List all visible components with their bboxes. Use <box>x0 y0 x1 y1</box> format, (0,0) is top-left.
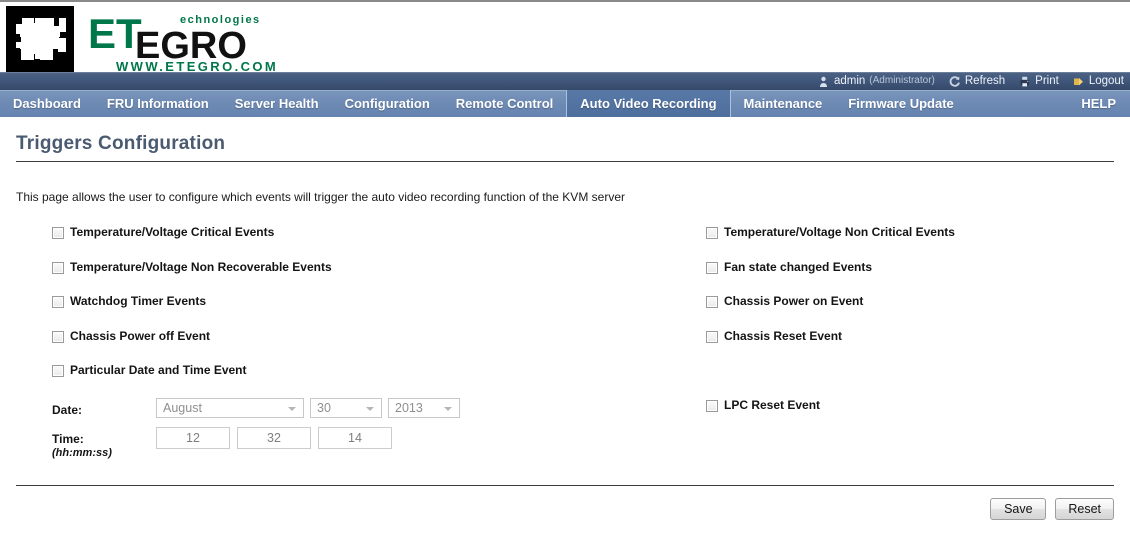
nav-item-maintenance[interactable]: Maintenance <box>731 90 836 117</box>
print-icon <box>1018 75 1031 88</box>
svg-text:echnologies: echnologies <box>180 14 261 26</box>
trigger-label: Chassis Power on Event <box>724 294 864 308</box>
triggers-column-left: Temperature/Voltage Critical Events Temp… <box>52 226 672 459</box>
checkbox-watchdog-timer[interactable] <box>52 296 64 308</box>
checkbox-temp-voltage-critical[interactable] <box>52 227 64 239</box>
year-select[interactable]: 2013 <box>388 398 460 418</box>
user-name: admin <box>833 75 866 87</box>
user-role: (Administrator) <box>869 75 935 86</box>
chevron-down-icon <box>444 407 452 411</box>
trigger-row-fan-state-changed: Fan state changed Events <box>706 259 1106 296</box>
checkbox-chassis-reset[interactable] <box>706 330 718 343</box>
page-content: Triggers Configuration This page allows … <box>0 117 1130 537</box>
date-time-fields: Date: August 30 2013 Time: (hh:mm:ss) 12… <box>52 398 672 468</box>
checkbox-chassis-power-on[interactable] <box>706 296 718 308</box>
trigger-row-temp-voltage-non-critical: Temperature/Voltage Non Critical Events <box>706 226 1106 261</box>
trigger-label: LPC Reset Event <box>724 397 821 412</box>
date-label: Date: <box>52 403 83 417</box>
hours-input[interactable]: 12 <box>156 427 230 449</box>
refresh-icon <box>948 75 961 88</box>
main-navigation: Dashboard FRU Information Server Health … <box>0 90 1130 117</box>
triggers-form: Temperature/Voltage Critical Events Temp… <box>16 226 1114 476</box>
nav-label: Maintenance <box>743 96 823 111</box>
month-select[interactable]: August <box>156 398 304 418</box>
checkbox-particular-date-time[interactable] <box>52 365 64 377</box>
trigger-row-chassis-power-off: Chassis Power off Event <box>52 328 672 365</box>
print-label: Print <box>1035 75 1059 87</box>
nav-item-remote-control[interactable]: Remote Control <box>443 90 567 117</box>
nav-label: Configuration <box>344 96 430 111</box>
trigger-row-watchdog-timer: Watchdog Timer Events <box>52 295 672 330</box>
trigger-label: Temperature/Voltage Non Recoverable Even… <box>70 259 332 274</box>
refresh-button[interactable]: Refresh <box>948 72 1005 90</box>
trigger-label: Particular Date and Time Event <box>70 363 247 377</box>
checkbox-chassis-power-off[interactable] <box>52 330 64 343</box>
date-row: Date: August 30 2013 <box>52 398 672 418</box>
nav-label: HELP <box>1081 96 1116 111</box>
year-value: 2013 <box>395 401 423 415</box>
nav-item-server-health[interactable]: Server Health <box>222 90 332 117</box>
trigger-row-chassis-power-on: Chassis Power on Event <box>706 295 1106 330</box>
page-footer: Save Reset <box>16 485 1114 537</box>
time-row: Time: (hh:mm:ss) 12 32 14 <box>52 427 672 459</box>
page-title: Triggers Configuration <box>16 133 226 154</box>
nav-item-fru-information[interactable]: FRU Information <box>94 90 222 117</box>
nav-item-auto-video-recording[interactable]: Auto Video Recording <box>566 90 731 117</box>
refresh-label: Refresh <box>964 75 1006 87</box>
nav-item-firmware-update[interactable]: Firmware Update <box>835 90 966 117</box>
day-select[interactable]: 30 <box>310 398 382 418</box>
etegro-logo-mark <box>4 4 80 72</box>
utility-bar: admin (Administrator) Refresh Print Logo… <box>0 72 1130 90</box>
save-button[interactable]: Save <box>990 498 1047 520</box>
trigger-label: Temperature/Voltage Non Critical Events <box>724 225 955 239</box>
seconds-input[interactable]: 14 <box>318 427 392 449</box>
svg-text:WWW.ETEGRO.COM: WWW.ETEGRO.COM <box>116 59 278 72</box>
trigger-row-particular-date-time: Particular Date and Time Event <box>52 364 672 399</box>
nav-label: Server Health <box>234 96 319 111</box>
chevron-down-icon <box>366 407 374 411</box>
trigger-row-lpc-reset: LPC Reset Event <box>706 397 1106 434</box>
nav-item-dashboard[interactable]: Dashboard <box>0 90 94 117</box>
footer-actions: Save Reset <box>16 486 1114 520</box>
trigger-row-temp-voltage-critical: Temperature/Voltage Critical Events <box>52 226 672 261</box>
logout-button[interactable]: Logout <box>1072 72 1124 90</box>
trigger-row-chassis-reset: Chassis Reset Event <box>706 328 1106 365</box>
trigger-row-temp-voltage-non-recoverable: Temperature/Voltage Non Recoverable Even… <box>52 259 672 296</box>
trigger-row-spacer <box>706 364 1106 399</box>
checkbox-temp-voltage-non-recoverable[interactable] <box>52 261 64 274</box>
nav-label: Firmware Update <box>848 96 954 111</box>
print-button[interactable]: Print <box>1018 72 1059 90</box>
chevron-down-icon <box>288 407 296 411</box>
nav-item-configuration[interactable]: Configuration <box>332 90 443 117</box>
logout-icon <box>1072 75 1085 88</box>
nav-label: FRU Information <box>106 96 209 111</box>
checkbox-fan-state-changed[interactable] <box>706 261 718 274</box>
nav-label: Dashboard <box>13 96 81 111</box>
svg-text:ET: ET <box>88 10 142 57</box>
page-header: ET EGRO echnologies WWW.ETEGRO.COM <box>0 0 1130 72</box>
trigger-label: Chassis Reset Event <box>724 328 843 343</box>
minutes-input[interactable]: 32 <box>237 427 311 449</box>
time-format-hint: (hh:mm:ss) <box>52 447 112 459</box>
trigger-label: Temperature/Voltage Critical Events <box>70 225 275 239</box>
user-icon <box>817 75 830 88</box>
time-label: Time: (hh:mm:ss) <box>52 427 156 459</box>
nav-label: Remote Control <box>455 96 554 111</box>
trigger-label: Chassis Power off Event <box>70 328 211 343</box>
day-value: 30 <box>317 401 331 415</box>
current-user: admin (Administrator) <box>817 72 935 90</box>
checkbox-temp-voltage-non-critical[interactable] <box>706 227 718 239</box>
reset-button[interactable]: Reset <box>1055 498 1114 520</box>
page-description: This page allows the user to configure w… <box>16 190 625 204</box>
checkbox-lpc-reset[interactable] <box>706 399 718 412</box>
time-label-text: Time: <box>52 432 84 446</box>
nav-label: Auto Video Recording <box>580 96 717 111</box>
month-value: August <box>163 401 202 415</box>
etegro-logo-wordmark: ET EGRO echnologies WWW.ETEGRO.COM <box>88 6 278 72</box>
triggers-column-right: Temperature/Voltage Non Critical Events … <box>706 226 1106 433</box>
logout-label: Logout <box>1088 75 1124 87</box>
trigger-label: Watchdog Timer Events <box>70 294 207 308</box>
trigger-label: Fan state changed Events <box>724 259 873 274</box>
nav-item-help[interactable]: HELP <box>1068 90 1130 117</box>
